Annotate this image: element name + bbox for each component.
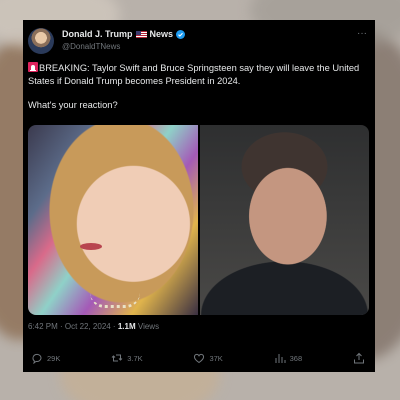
tweet-header: Donald J. Trump News @DonaldTNews ··· <box>28 28 369 58</box>
author-row[interactable]: Donald J. Trump News <box>62 29 186 39</box>
views-button[interactable]: 368 <box>274 352 303 364</box>
share-button[interactable] <box>353 352 365 364</box>
views-stat: 368 <box>289 353 303 363</box>
views-icon <box>275 354 286 363</box>
siren-icon <box>28 62 38 72</box>
views-label: Views <box>137 322 160 331</box>
like-icon <box>194 353 205 364</box>
tweet-media[interactable] <box>28 125 369 315</box>
tweet-card: Donald J. Trump News @DonaldTNews ··· BR… <box>23 20 375 372</box>
verified-icon <box>176 29 186 39</box>
views-count: 1.1M <box>117 322 136 331</box>
timestamp[interactable]: 6:42 PM · Oct 22, 2024 · <box>28 322 116 331</box>
share-icon <box>353 352 364 364</box>
reply-count: 29K <box>47 353 61 363</box>
author-handle[interactable]: @DonaldTNews <box>62 42 120 51</box>
tweet-text-main: BREAKING: Taylor Swift and Bruce Springs… <box>28 63 360 86</box>
tweet-meta: 6:42 PM · Oct 22, 2024 · 1.1M Views <box>28 322 159 331</box>
tweet-text: BREAKING: Taylor Swift and Bruce Springs… <box>28 62 368 112</box>
avatar[interactable] <box>28 28 54 54</box>
repost-count: 3.7K <box>127 353 143 363</box>
reply-icon <box>32 353 42 364</box>
photo-taylor-swift[interactable] <box>28 125 198 315</box>
flag-icon <box>135 30 147 38</box>
author-suffix[interactable]: News <box>150 29 174 39</box>
repost-button[interactable]: 3.7K <box>111 352 143 364</box>
reply-button[interactable]: 29K <box>31 352 60 364</box>
like-button[interactable]: 37K <box>193 352 223 364</box>
photo-bruce-springsteen[interactable] <box>199 125 369 315</box>
more-icon[interactable]: ··· <box>357 28 367 39</box>
author-name[interactable]: Donald J. Trump <box>62 29 133 39</box>
like-count: 37K <box>209 353 223 363</box>
action-bar: 29K 3.7K 37K 368 <box>31 351 365 365</box>
tweet-text-question: What's your reaction? <box>28 100 118 110</box>
repost-icon <box>111 354 123 362</box>
